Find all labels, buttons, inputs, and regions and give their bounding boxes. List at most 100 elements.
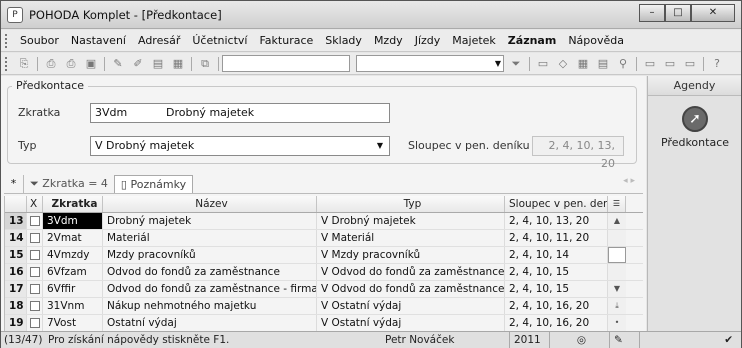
- save-icon[interactable]: ▤: [150, 56, 166, 72]
- table-row[interactable]: 13 3Vdm Drobný majetek V Drobný majetek …: [5, 213, 643, 230]
- edit-icon[interactable]: ✐: [130, 56, 146, 72]
- row-checkbox[interactable]: [30, 233, 40, 243]
- cell-nazev: Materiál: [103, 230, 317, 246]
- menu-jizdy[interactable]: Jízdy: [409, 34, 447, 47]
- table-row[interactable]: 16 6Vfzam Odvod do fondů za zaměstnance …: [5, 264, 643, 281]
- cell-zkratka: 7Vost: [43, 315, 103, 331]
- cell-zkratka: 4Vmzdy: [43, 247, 103, 263]
- cell-zkratka: 3Vdm: [43, 213, 103, 229]
- scroll-end-icon[interactable]: ⤓: [608, 298, 626, 314]
- menu-bar: Soubor Nastavení Adresář Účetnictví Fakt…: [1, 30, 741, 52]
- menu-adresar[interactable]: Adresář: [132, 34, 186, 47]
- col-x-header[interactable]: X: [27, 196, 43, 212]
- typ-select[interactable]: V Drobný majetek ▼: [90, 136, 390, 156]
- menu-zaznam[interactable]: Záznam: [502, 34, 563, 47]
- col-typ-header[interactable]: Typ: [317, 196, 505, 212]
- cell-sloupec: 2, 4, 10, 15: [505, 264, 608, 280]
- tab-filter[interactable]: ⏷ Zkratka = 4: [24, 175, 114, 193]
- status-hint: Pro získání nápovědy stiskněte F1.: [48, 334, 230, 346]
- filter-icon[interactable]: ⏷: [508, 56, 524, 72]
- tab-bar: * ⏷ Zkratka = 4 ▯ Poznámky ◂ ▸: [4, 174, 643, 194]
- maximize-button[interactable]: □: [665, 4, 691, 22]
- calculator-icon[interactable]: ▤: [595, 56, 611, 72]
- scrollbar-track[interactable]: [608, 264, 626, 280]
- main-panel: Předkontace Zkratka 3Vdm Drobný majetek …: [1, 76, 646, 346]
- scroll-dot-icon[interactable]: •: [608, 315, 626, 331]
- row-checkbox[interactable]: [30, 301, 40, 311]
- col-nazev-header[interactable]: Název: [103, 196, 317, 212]
- row-checkbox[interactable]: [30, 267, 40, 277]
- copy-icon[interactable]: ⧉: [197, 56, 213, 72]
- separator: [104, 56, 105, 71]
- scrollbar-track[interactable]: [608, 230, 626, 246]
- menu-ucetnictvi[interactable]: Účetnictví: [186, 34, 253, 47]
- row-checkbox[interactable]: [30, 318, 40, 328]
- row-checkbox[interactable]: [30, 250, 40, 260]
- col-sloupec-header[interactable]: Sloupec v pen. deníku: [505, 196, 608, 212]
- nazev-value: Drobný majetek: [166, 106, 255, 119]
- cell-zkratka: 6Vffir: [43, 281, 103, 297]
- table-header: X Zkratka Název Typ Sloupec v pen. deník…: [5, 196, 643, 213]
- scroll-up-icon[interactable]: ▲: [608, 213, 626, 229]
- tag-icon[interactable]: ◇: [555, 56, 571, 72]
- row-checkbox[interactable]: [30, 284, 40, 294]
- window-icon[interactable]: ▭: [642, 56, 658, 72]
- cell-typ: V Ostatní výdaj: [317, 315, 505, 331]
- cell-nazev: Drobný majetek: [103, 213, 317, 229]
- view-icon[interactable]: ▭: [535, 56, 551, 72]
- scrollbar-thumb[interactable]: [608, 247, 626, 263]
- scroll-down-icon[interactable]: ▼: [608, 281, 626, 297]
- menu-napoveda[interactable]: Nápověda: [562, 34, 630, 47]
- quick-search-input[interactable]: [222, 55, 350, 72]
- menu-soubor[interactable]: Soubor: [14, 34, 65, 47]
- window3-icon[interactable]: ▭: [682, 56, 698, 72]
- menu-nastaveni[interactable]: Nastavení: [65, 34, 132, 47]
- preview-icon[interactable]: ▣: [83, 56, 99, 72]
- check-icon: ✔: [639, 332, 741, 348]
- minimize-button[interactable]: –: [639, 4, 665, 22]
- sidebar-item-label: Předkontace: [660, 136, 730, 149]
- menu-sklady[interactable]: Sklady: [319, 34, 368, 47]
- tab-all[interactable]: *: [4, 174, 24, 193]
- table-row[interactable]: 14 2Vmat Materiál V Materiál 2, 4, 10, 1…: [5, 230, 643, 247]
- menu-fakturace[interactable]: Fakturace: [253, 34, 319, 47]
- status-bar: (13/47) Pro získání nápovědy stiskněte F…: [1, 331, 741, 348]
- window2-icon[interactable]: ▭: [662, 56, 678, 72]
- link-icon[interactable]: ⚲: [615, 56, 631, 72]
- cell-zkratka: 31Vnm: [43, 298, 103, 314]
- table-row[interactable]: 19 7Vost Ostatní výdaj V Ostatní výdaj 2…: [5, 315, 643, 332]
- print-icon[interactable]: ⎙: [43, 56, 59, 72]
- tab-scroll-arrows[interactable]: ◂ ▸: [623, 176, 635, 186]
- delete-icon[interactable]: ▦: [170, 56, 186, 72]
- sloupec-label: Sloupec v pen. deníku: [408, 139, 530, 152]
- new-icon[interactable]: ✎: [110, 56, 126, 72]
- form-group: Předkontace Zkratka 3Vdm Drobný majetek …: [7, 79, 637, 170]
- tab-notes[interactable]: ▯ Poznámky: [113, 174, 194, 193]
- record-icon[interactable]: ⎘: [16, 56, 32, 72]
- cell-nazev: Nákup nehmotného majetku: [103, 298, 317, 314]
- row-number: 19: [5, 315, 27, 331]
- cell-typ: V Odvod do fondů za zaměstnance - firm: [317, 281, 505, 297]
- cell-sloupec: 2, 4, 10, 11, 20: [505, 230, 608, 246]
- cell-typ: V Mzdy pracovníků: [317, 247, 505, 263]
- sidebar-item-predkontace[interactable]: ➚ Předkontace: [648, 106, 742, 149]
- row-number-header: [5, 196, 27, 212]
- menu-mzdy[interactable]: Mzdy: [368, 34, 409, 47]
- close-button[interactable]: ✕: [691, 4, 735, 22]
- row-checkbox[interactable]: [30, 216, 40, 226]
- print-preview-icon[interactable]: ⎙: [63, 56, 79, 72]
- table-row[interactable]: 15 4Vmzdy Mzdy pracovníků V Mzdy pracovn…: [5, 247, 643, 264]
- grid-icon[interactable]: ▦: [575, 56, 591, 72]
- zkratka-field[interactable]: 3Vdm Drobný majetek: [90, 103, 390, 123]
- table-row[interactable]: 17 6Vffir Odvod do fondů za zaměstnance …: [5, 281, 643, 298]
- row-number: 18: [5, 298, 27, 314]
- help-icon[interactable]: ?: [709, 56, 725, 72]
- filter-combo[interactable]: ▼: [356, 55, 504, 72]
- menu-majetek[interactable]: Majetek: [446, 34, 502, 47]
- separator: [191, 56, 192, 71]
- table-row[interactable]: 18 31Vnm Nákup nehmotného majetku V Osta…: [5, 298, 643, 315]
- column-chooser-icon[interactable]: ☰: [608, 196, 626, 212]
- filter-icon: ⏷: [30, 176, 43, 190]
- col-zkratka-header[interactable]: Zkratka: [43, 196, 103, 212]
- cell-zkratka: 6Vfzam: [43, 264, 103, 280]
